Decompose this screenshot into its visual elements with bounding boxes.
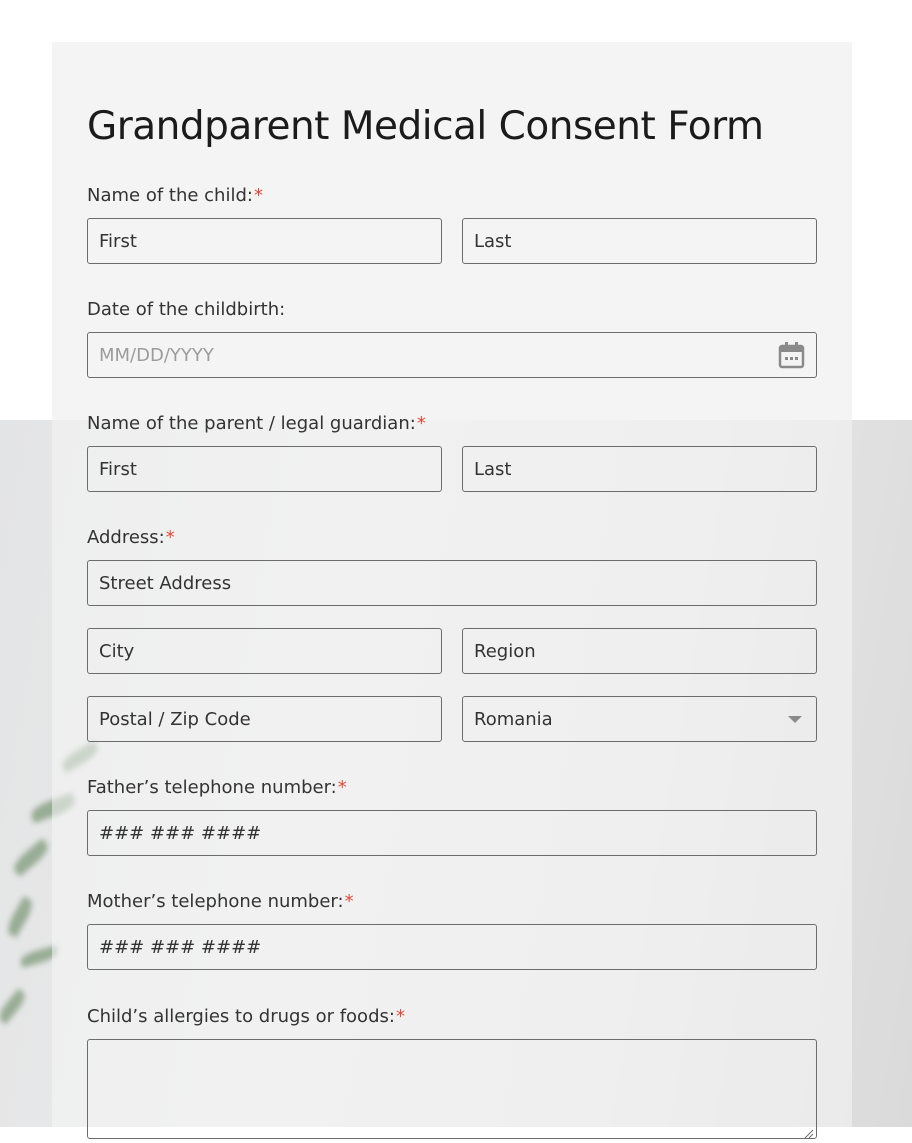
page-title: Grandparent Medical Consent Form — [87, 104, 764, 149]
chevron-down-icon — [788, 716, 802, 723]
childbirth-date-label: Date of the childbirth: — [87, 299, 286, 320]
city-input[interactable]: City — [87, 628, 442, 674]
resize-handle-icon[interactable] — [804, 1124, 814, 1139]
allergies-textarea[interactable] — [87, 1039, 817, 1139]
country-select[interactable]: Romania — [462, 696, 817, 742]
required-mark: * — [253, 185, 263, 206]
required-mark: * — [395, 1006, 405, 1027]
parent-name-label: Name of the parent / legal guardian:* — [87, 413, 426, 434]
region-input[interactable]: Region — [462, 628, 817, 674]
calendar-icon[interactable] — [778, 341, 805, 369]
street-address-input[interactable]: Street Address — [87, 560, 817, 606]
parent-first-name-input[interactable]: First — [87, 446, 442, 492]
mother-phone-input[interactable]: ### ### #### — [87, 924, 817, 970]
required-mark: * — [337, 777, 347, 798]
child-name-label: Name of the child:* — [87, 185, 263, 206]
mother-phone-label: Mother’s telephone number:* — [87, 891, 354, 912]
postal-code-input[interactable]: Postal / Zip Code — [87, 696, 442, 742]
required-mark: * — [416, 413, 426, 434]
childbirth-date-input[interactable]: MM/DD/YYYY — [87, 332, 817, 378]
child-last-name-input[interactable]: Last — [462, 218, 817, 264]
required-mark: * — [344, 891, 354, 912]
father-phone-input[interactable]: ### ### #### — [87, 810, 817, 856]
address-label: Address:* — [87, 527, 175, 548]
child-first-name-input[interactable]: First — [87, 218, 442, 264]
required-mark: * — [165, 527, 175, 548]
parent-last-name-input[interactable]: Last — [462, 446, 817, 492]
allergies-label: Child’s allergies to drugs or foods:* — [87, 1006, 405, 1027]
father-phone-label: Father’s telephone number:* — [87, 777, 347, 798]
